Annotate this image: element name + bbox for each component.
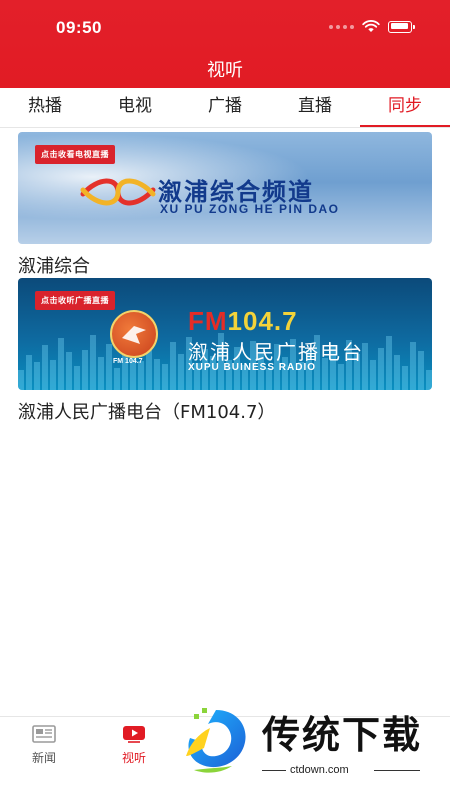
watermark-url: ctdown.com	[290, 764, 349, 776]
battery-icon	[388, 20, 415, 33]
channel-name[interactable]: 溆浦人民广播电台（FM104.7）	[18, 398, 275, 424]
tab-radio[interactable]: 广播	[180, 88, 270, 127]
nav-label: 视听	[121, 751, 146, 765]
radio-station-logo-icon	[110, 310, 158, 358]
banner-subtitle: XU PU ZONG HE PIN DAO	[160, 202, 340, 216]
category-tabs: 热播 电视 广播 直播 同步	[0, 88, 450, 128]
app-header: 09:50 视听	[0, 0, 450, 88]
watch-live-badge: 点击收看电视直播	[35, 145, 115, 164]
banner-title: 溆浦人民广播电台	[188, 340, 364, 364]
tv-channel-banner[interactable]: 点击收看电视直播 溆浦综合频道 XU PU ZONG HE PIN DAO	[18, 132, 432, 244]
fm-label: FM	[188, 306, 228, 336]
fm-frequency: 104.7	[227, 306, 298, 336]
tab-live[interactable]: 直播	[270, 88, 360, 127]
nav-item-news[interactable]: 新闻	[14, 725, 74, 766]
nav-label: 新闻	[31, 751, 56, 765]
nav-item-video[interactable]: 视听	[104, 725, 164, 766]
signal-dots-icon	[329, 24, 354, 29]
watermark-divider	[262, 770, 286, 771]
listen-live-badge: 点击收听广播直播	[35, 291, 115, 310]
status-time: 09:50	[56, 18, 102, 37]
watermark-logo-icon	[186, 708, 246, 773]
radio-channel-banner[interactable]: 点击收听广播直播 FM 104.7 FM104.7 溆浦人民广播电台 XUPU …	[18, 278, 432, 390]
tab-tv[interactable]: 电视	[90, 88, 180, 127]
fm-frequency-title: FM104.7	[188, 306, 298, 337]
newspaper-icon	[32, 725, 56, 743]
channel-logo-icon	[80, 178, 156, 206]
radio-logo-text: FM 104.7	[113, 358, 143, 365]
page-title: 视听	[207, 60, 243, 81]
video-play-icon	[123, 726, 145, 743]
watermark-brand: 传统下载	[262, 713, 423, 757]
channel-name[interactable]: 溆浦综合	[18, 252, 90, 278]
banner-subtitle: XUPU BUINESS RADIO	[188, 362, 317, 373]
watermark-divider	[374, 770, 420, 771]
wifi-icon	[362, 20, 380, 32]
status-icons	[329, 20, 415, 33]
tab-sync[interactable]: 同步	[360, 88, 450, 127]
tab-hot[interactable]: 热播	[0, 88, 90, 127]
app-screen: 09:50 视听 热播 电视 广播 直播 同步 点击收看电视直播 溆浦综合频道	[0, 0, 450, 800]
